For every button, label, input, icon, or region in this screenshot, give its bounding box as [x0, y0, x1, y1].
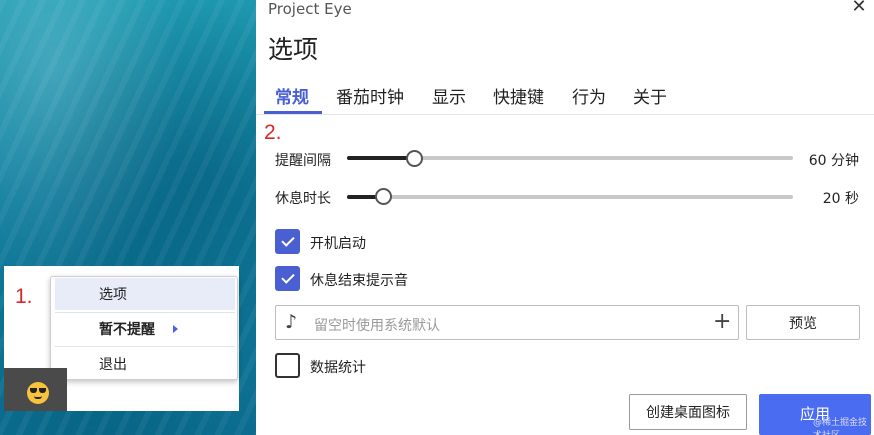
reminder-interval-thumb[interactable] — [405, 150, 423, 167]
tabs-divider — [256, 114, 874, 115]
stats-checkbox[interactable] — [275, 353, 300, 378]
music-note-icon: ♪ — [285, 311, 298, 333]
rest-end-sound-label: 休息结束提示音 — [310, 273, 408, 289]
preview-button[interactable]: 预览 — [746, 305, 860, 340]
tab-about[interactable]: 关于 — [633, 83, 667, 108]
check-icon — [280, 233, 295, 247]
app-title: Project Eye — [268, 0, 352, 18]
create-shortcut-button[interactable]: 创建桌面图标 — [629, 394, 747, 430]
close-icon[interactable]: ✕ — [850, 0, 868, 16]
rest-duration-slider[interactable] — [347, 195, 793, 199]
reminder-interval-label: 提醒间隔 — [275, 153, 331, 169]
slider-fill — [347, 156, 414, 160]
menu-divider — [55, 346, 235, 347]
check-icon — [280, 270, 295, 284]
tab-shortcuts[interactable]: 快捷键 — [493, 83, 544, 108]
submenu-arrow-icon — [173, 325, 178, 333]
sound-file-placeholder: 留空时使用系统默认 — [314, 318, 440, 334]
settings-window: Project Eye ✕ 选项 常规 番茄时钟 显示 快捷键 行为 关于 2.… — [256, 0, 874, 435]
reminder-interval-value: 60 分钟 — [808, 153, 859, 169]
menu-item-snooze-label: 暂不提醒 — [99, 322, 155, 338]
sunglasses-face-icon[interactable] — [27, 382, 49, 404]
startup-checkbox[interactable] — [275, 229, 300, 254]
tab-general[interactable]: 常规 — [275, 83, 309, 108]
tab-pomodoro[interactable]: 番茄时钟 — [336, 83, 404, 108]
sound-file-field[interactable]: ♪ 留空时使用系统默认 + — [275, 305, 739, 340]
page-title: 选项 — [268, 35, 319, 64]
rest-duration-label: 休息时长 — [275, 191, 331, 207]
annotation-step-2: 2. — [264, 121, 282, 144]
tray-context-menu: 选项 暂不提醒 退出 — [50, 276, 238, 380]
tab-behavior[interactable]: 行为 — [572, 83, 606, 108]
menu-item-exit-label: 退出 — [99, 357, 127, 373]
stats-label: 数据统计 — [310, 360, 366, 376]
startup-label: 开机启动 — [310, 236, 366, 252]
menu-item-options[interactable]: 选项 — [55, 278, 235, 310]
rest-duration-value: 20 秒 — [822, 191, 859, 207]
menu-item-exit[interactable]: 退出 — [55, 348, 235, 380]
plus-icon[interactable]: + — [713, 309, 731, 334]
tab-display[interactable]: 显示 — [432, 83, 466, 108]
rest-duration-thumb[interactable] — [374, 188, 392, 205]
annotation-step-1: 1. — [15, 285, 33, 308]
watermark: @稀土掘金技术社区 — [813, 418, 868, 435]
menu-item-options-label: 选项 — [99, 287, 127, 303]
rest-end-sound-checkbox[interactable] — [275, 266, 300, 291]
menu-item-snooze[interactable]: 暂不提醒 — [55, 313, 235, 345]
